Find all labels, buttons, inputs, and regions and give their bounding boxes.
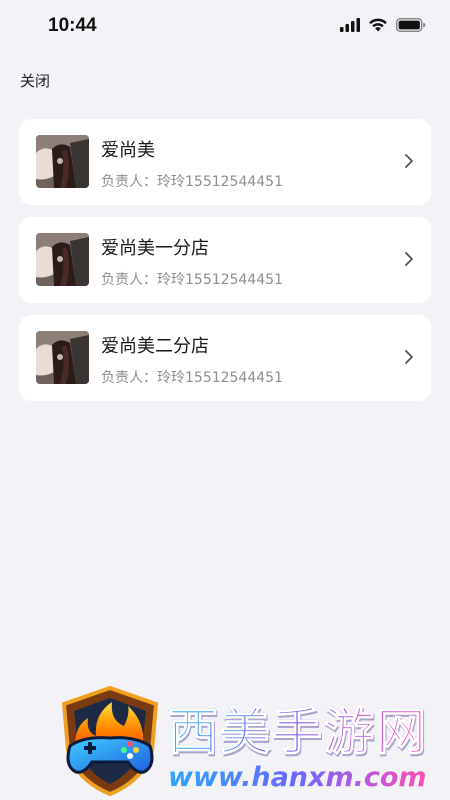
store-card[interactable]: 爱尚美二分店 负责人：玲玲15512544451 bbox=[19, 315, 431, 401]
store-card[interactable]: 爱尚美一分店 负责人：玲玲15512544451 bbox=[19, 217, 431, 303]
store-name: 爱尚美二分店 bbox=[101, 336, 209, 357]
store-thumbnail bbox=[36, 331, 89, 384]
wifi-icon bbox=[368, 17, 388, 36]
watermark: 西美手游网 www.hanxm.com bbox=[50, 680, 450, 800]
store-thumbnail bbox=[36, 135, 89, 188]
manager-label: 负责人： bbox=[101, 174, 157, 190]
chevron-right-icon bbox=[404, 153, 414, 173]
watermark-title: 西美手游网 bbox=[168, 692, 428, 764]
store-manager: 负责人：玲玲15512544451 bbox=[101, 367, 283, 387]
battery-icon bbox=[396, 17, 426, 36]
chevron-right-icon bbox=[404, 349, 414, 369]
status-icons bbox=[340, 17, 426, 36]
store-name: 爱尚美一分店 bbox=[101, 238, 209, 259]
manager-label: 负责人： bbox=[101, 370, 157, 386]
manager-value: 玲玲15512544451 bbox=[157, 272, 283, 288]
status-time: 10:44 bbox=[48, 15, 97, 36]
store-thumbnail bbox=[36, 233, 89, 286]
store-name: 爱尚美 bbox=[101, 140, 155, 161]
status-bar: 10:44 bbox=[0, 0, 450, 54]
close-button[interactable]: 关闭 bbox=[20, 70, 50, 91]
manager-value: 玲玲15512544451 bbox=[157, 174, 283, 190]
store-card[interactable]: 爱尚美 负责人：玲玲15512544451 bbox=[19, 119, 431, 205]
gamepad-shield-icon bbox=[54, 684, 166, 800]
store-list: 爱尚美 负责人：玲玲15512544451 爱尚美一分店 负责人：玲玲15512… bbox=[19, 119, 431, 413]
chevron-right-icon bbox=[404, 251, 414, 271]
store-manager: 负责人：玲玲15512544451 bbox=[101, 269, 283, 289]
watermark-url: www.hanxm.com bbox=[168, 762, 427, 793]
manager-label: 负责人： bbox=[101, 272, 157, 288]
signal-icon bbox=[340, 17, 360, 36]
store-manager: 负责人：玲玲15512544451 bbox=[101, 171, 283, 191]
manager-value: 玲玲15512544451 bbox=[157, 370, 283, 386]
